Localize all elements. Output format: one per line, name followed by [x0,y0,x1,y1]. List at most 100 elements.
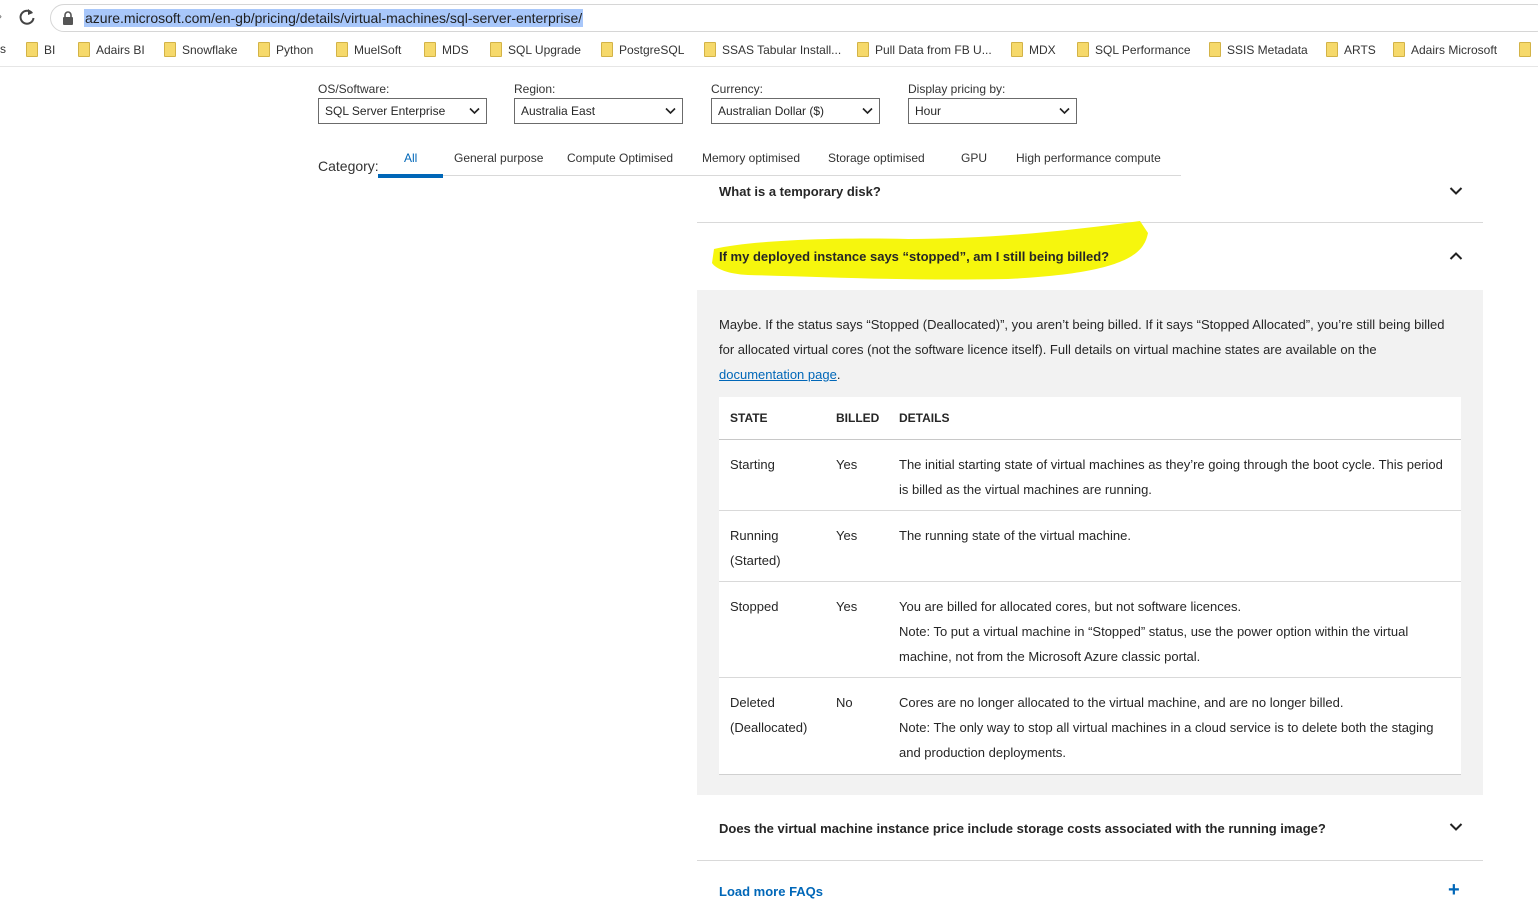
browser-toolbar: › azure.microsoft.com/en-gb/pricing/deta… [0,0,1538,36]
os-filter: OS/Software: SQL Server Enterprise [318,82,487,124]
bookmark-pull-data-fb[interactable]: Pull Data from FB U... [857,42,992,57]
url-text[interactable]: azure.microsoft.com/en-gb/pricing/detail… [84,9,584,27]
display-pricing-filter: Display pricing by: Hour [908,82,1077,124]
cell-billed: No [836,695,853,710]
folder-icon [857,42,869,57]
currency-label: Currency: [711,82,764,96]
table-row: Deleted (Deallocated) No Cores are no lo… [719,678,1461,774]
folder-icon [26,42,38,57]
bookmark-adairs-bi[interactable]: Adairs BI [78,42,145,57]
currency-select[interactable]: Australian Dollar ($) [711,98,880,124]
cell-state: Deleted (Deallocated) [730,695,808,735]
table-row: Running (Started) Yes The running state … [719,511,1461,582]
bookmark-sql-upgrade[interactable]: SQL Upgrade [490,42,581,57]
faq-question: What is a temporary disk? [719,184,881,199]
chevron-down-icon[interactable] [1449,184,1463,198]
region-filter: Region: Australia East [514,82,683,124]
tab-high-performance-compute[interactable]: High performance compute [1016,151,1161,165]
details-note: Note: To put a virtual machine in “Stopp… [899,624,1409,664]
region-select[interactable]: Australia East [514,98,683,124]
vm-states-table: STATE BILLED DETAILS Starting Yes The in… [719,397,1461,775]
faq-item-storage-costs[interactable]: Does the virtual machine instance price … [697,795,1483,861]
tab-all[interactable]: All [404,151,417,165]
tab-compute-optimised[interactable]: Compute Optimised [567,151,673,165]
folder-icon [601,42,613,57]
divider [0,66,1538,67]
bookmark-sql-performance[interactable]: SQL Performance [1077,42,1191,57]
folder-icon [1209,42,1221,57]
reload-icon[interactable] [17,6,37,28]
folder-icon [1011,42,1023,57]
cell-details: The initial starting state of virtual ma… [899,457,1443,497]
faq-item-temporary-disk[interactable]: What is a temporary disk? [697,176,1483,223]
bookmark-muelsoft[interactable]: MuelSoft [336,42,401,57]
cell-details: You are billed for allocated cores, but … [899,594,1454,669]
bookmark-bi[interactable]: BI [26,42,55,57]
folder-icon [1077,42,1089,57]
bookmark-ssis-metadata[interactable]: SSIS Metadata [1209,42,1308,57]
cell-billed: Yes [836,599,858,614]
os-label: OS/Software: [318,82,390,96]
region-value: Australia East [521,104,596,118]
tab-general-purpose[interactable]: General purpose [454,151,543,165]
os-select[interactable]: SQL Server Enterprise [318,98,487,124]
faq-item-stopped-billing[interactable]: If my deployed instance says “stopped”, … [697,223,1483,290]
folder-icon [1519,42,1531,57]
tab-memory-optimised[interactable]: Memory optimised [702,151,800,165]
folder-icon [704,42,716,57]
faq-question: If my deployed instance says “stopped”, … [719,249,1110,264]
category-tabs: All General purpose Compute Optimised Me… [378,148,1181,178]
folder-icon [164,42,176,57]
currency-filter: Currency: Australian Dollar ($) [711,82,880,124]
tab-gpu[interactable]: GPU [961,151,987,165]
header-state: STATE [730,411,768,425]
bookmark-python[interactable]: Python [258,42,313,57]
plus-icon[interactable]: + [1448,880,1460,900]
bookmark-postgresql[interactable]: PostgreSQL [601,42,684,57]
cell-state: Stopped [730,599,779,614]
bookmark-mdx[interactable]: MDX [1011,42,1056,57]
bookmark-cut-label[interactable]: s [0,42,6,56]
header-billed: BILLED [836,411,880,425]
bookmark-ssas-tabular[interactable]: SSAS Tabular Install... [704,42,841,57]
chevron-down-icon [469,107,480,115]
table-row: Stopped Yes You are billed for allocated… [719,582,1461,678]
chevron-up-icon[interactable] [1449,249,1463,263]
folder-icon [424,42,436,57]
folder-icon [1326,42,1338,57]
faq-answer-panel: Maybe. If the status says “Stopped (Deal… [697,290,1483,795]
table-header: STATE BILLED DETAILS [719,397,1461,440]
forward-arrow-icon[interactable]: › [0,9,2,23]
folder-icon [336,42,348,57]
faq-question: Does the virtual machine instance price … [719,821,1326,836]
bookmark-snowflake[interactable]: Snowflake [164,42,237,57]
cell-details: Cores are no longer allocated to the vir… [899,690,1454,765]
bookmarks-bar: s BI Adairs BI Snowflake Python MuelSoft… [0,38,1538,62]
details-text: You are billed for allocated cores, but … [899,599,1242,614]
bookmark-adairs-microsoft[interactable]: Adairs Microsoft [1393,42,1497,57]
bookmark-arts[interactable]: ARTS [1326,42,1376,57]
bookmark-overflow[interactable] [1519,42,1537,57]
chevron-down-icon [1059,107,1070,115]
header-details: DETAILS [899,411,950,425]
documentation-link[interactable]: documentation page [719,367,837,382]
answer-text: Maybe. If the status says “Stopped (Deal… [719,317,1445,382]
load-more-faqs-link[interactable]: Load more FAQs [719,884,823,899]
lock-icon[interactable] [60,10,76,26]
cell-billed: Yes [836,528,858,543]
folder-icon [490,42,502,57]
folder-icon [1393,42,1405,57]
display-pricing-select[interactable]: Hour [908,98,1077,124]
bookmark-mds[interactable]: MDS [424,42,469,57]
table-row: Starting Yes The initial starting state … [719,440,1461,511]
chevron-down-icon [862,107,873,115]
currency-value: Australian Dollar ($) [718,104,825,118]
cell-state: Running (Started) [730,528,781,568]
tab-storage-optimised[interactable]: Storage optimised [828,151,925,165]
folder-icon [258,42,270,57]
chevron-down-icon[interactable] [1449,820,1463,834]
os-value: SQL Server Enterprise [325,104,446,118]
display-pricing-label: Display pricing by: [908,82,1006,96]
display-pricing-value: Hour [915,104,942,118]
chevron-down-icon [665,107,676,115]
